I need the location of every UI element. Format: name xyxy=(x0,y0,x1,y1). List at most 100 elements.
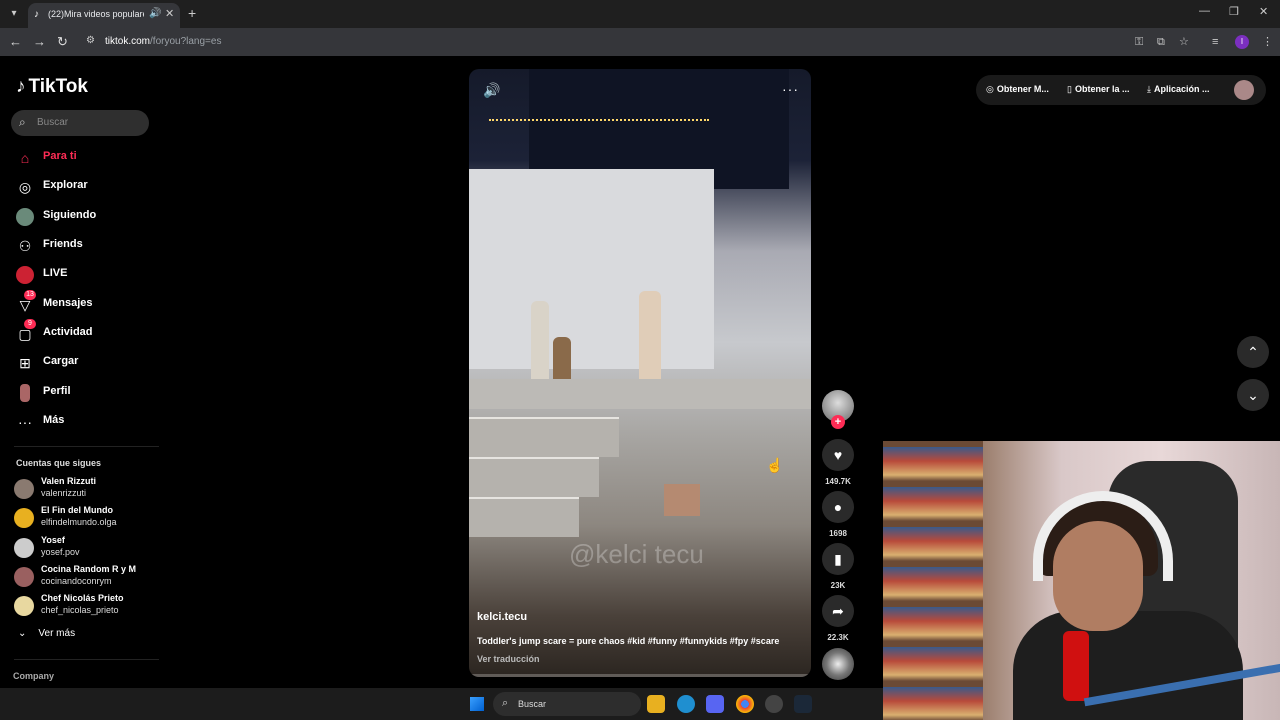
previous-video-button[interactable]: ⌃ xyxy=(1237,336,1269,368)
url-text: tiktok.com/foryou?lang=es xyxy=(105,36,222,47)
desktop-app-label: Aplicación ... xyxy=(1153,84,1210,94)
nav-actividad[interactable]: ▢ 9 Actividad xyxy=(16,319,156,345)
video-scene-step xyxy=(469,417,619,457)
new-tab-icon[interactable]: + xyxy=(188,5,196,21)
video-player[interactable]: @kelci tecu 🔊 ··· kelci.tecu Toddler's j… xyxy=(469,69,811,677)
messages-badge: 13 xyxy=(24,290,36,300)
nav-label: Cargar xyxy=(43,355,79,367)
more-options-icon[interactable]: ··· xyxy=(782,81,799,97)
tiktok-logo[interactable]: ♪ TikTok xyxy=(16,76,88,98)
activity-badge: 9 xyxy=(24,319,36,329)
volume-icon[interactable]: 🔊 xyxy=(483,82,500,99)
video-description: Toddler's jump scare = pure chaos #kid #… xyxy=(477,636,780,646)
window-close-icon[interactable]: ✕ xyxy=(1259,5,1268,18)
forward-icon[interactable]: → xyxy=(33,34,46,50)
next-video-button[interactable]: ⌄ xyxy=(1237,379,1269,411)
browser-toolbar: ← → ↻ ⚙ tiktok.com/foryou?lang=es ⚿ ⧉ ☆ … xyxy=(0,28,1280,56)
browser-menu-icon[interactable]: ⋮ xyxy=(1262,35,1273,49)
comment-button[interactable]: ● xyxy=(822,491,854,523)
share-button[interactable]: ➦ xyxy=(822,595,854,627)
follow-plus-icon[interactable]: + xyxy=(831,415,845,429)
nav-cargar[interactable]: ⊞ Cargar xyxy=(16,352,156,374)
nav-para-ti[interactable]: ⌂ Para ti xyxy=(16,147,156,169)
file-explorer-icon[interactable] xyxy=(647,695,665,713)
app-icon[interactable] xyxy=(765,695,783,713)
webcam-overlay xyxy=(883,441,1280,720)
company-link[interactable]: Company xyxy=(13,671,54,681)
minimize-icon[interactable]: — xyxy=(1199,5,1210,17)
video-scene-step xyxy=(469,457,599,497)
avatar xyxy=(14,508,34,528)
webcam-microphone xyxy=(1063,631,1089,701)
webcam-bookshelf xyxy=(883,441,983,720)
tab-list-icon[interactable]: ▾ xyxy=(6,6,22,22)
following-account[interactable]: Yosef yosef.pov xyxy=(14,535,164,561)
following-account[interactable]: Chef Nicolás Prieto chef_nicolas_prieto xyxy=(14,593,164,619)
like-count: 149.7K xyxy=(825,477,851,486)
tab-title: (22)Mira videos populares xyxy=(48,9,144,19)
get-coins-label: Obtener M... xyxy=(996,84,1049,94)
install-app-icon[interactable]: ⧉ xyxy=(1157,35,1165,49)
tiktok-note-icon: ♪ xyxy=(16,76,26,97)
video-scene-step xyxy=(469,497,579,537)
account-name: Valen Rizzuti xyxy=(41,476,97,486)
maximize-icon[interactable]: ❐ xyxy=(1229,5,1239,18)
following-account[interactable]: Valen Rizzuti valenrizzuti xyxy=(14,476,164,502)
get-coins-button[interactable]: ◎ Obtener M... xyxy=(986,84,1049,95)
reload-icon[interactable]: ↻ xyxy=(57,34,68,50)
account-name: Cocina Random R y M xyxy=(41,564,137,574)
nav-mensajes[interactable]: ▽ 13 Mensajes xyxy=(16,290,156,316)
steam-icon[interactable] xyxy=(794,695,812,713)
see-more-button[interactable]: ⌄ Ver más xyxy=(18,628,75,639)
account-handle: cocinandoconrym xyxy=(41,576,112,586)
nav-explorar[interactable]: ◎ Explorar xyxy=(16,176,156,198)
password-key-icon[interactable]: ⚿ xyxy=(1135,35,1143,49)
account-handle: valenrizzuti xyxy=(41,488,87,498)
media-controls-icon[interactable]: ≡ xyxy=(1212,35,1218,49)
browser-profile-avatar[interactable]: I xyxy=(1235,35,1249,49)
bookmark-star-icon[interactable]: ☆ xyxy=(1179,35,1189,49)
nav-label: Friends xyxy=(43,238,83,250)
back-icon[interactable]: ← xyxy=(9,34,22,50)
save-button[interactable]: ▮ xyxy=(822,543,854,575)
nav-perfil[interactable]: Perfil xyxy=(16,382,156,404)
site-info-icon[interactable]: ⚙ xyxy=(86,35,95,46)
discord-icon[interactable] xyxy=(706,695,724,713)
video-scene-person xyxy=(639,291,661,391)
browser-tab[interactable]: ♪ (22)Mira videos populares 🔊 ✕ xyxy=(28,3,180,28)
user-avatar[interactable] xyxy=(1234,80,1254,100)
chrome-icon[interactable] xyxy=(736,695,754,713)
phone-icon: ▯ xyxy=(1067,84,1072,94)
nav-live[interactable]: LIVE xyxy=(16,264,156,286)
edge-icon[interactable] xyxy=(677,695,695,713)
windows-start-icon[interactable] xyxy=(470,697,484,711)
search-icon: ⌕ xyxy=(502,697,509,709)
nav-friends[interactable]: ⚇ Friends xyxy=(16,235,156,257)
nav-label: Siguiendo xyxy=(43,209,97,221)
following-account[interactable]: Cocina Random R y M cocinandoconrym xyxy=(14,564,164,590)
search-input[interactable]: ⌕ Buscar xyxy=(11,110,149,136)
windows-taskbar: ⌕ Buscar xyxy=(0,688,883,720)
address-bar[interactable]: ⚙ tiktok.com/foryou?lang=es xyxy=(80,31,1200,53)
upload-icon: ⊞ xyxy=(19,355,31,371)
following-account[interactable]: El Fin del Mundo elfindelmundo.olga xyxy=(14,505,164,531)
avatar xyxy=(14,596,34,616)
see-translation-link[interactable]: Ver traducción xyxy=(477,654,540,664)
comment-icon: ● xyxy=(833,499,843,515)
video-watermark: @kelci tecu xyxy=(569,539,704,569)
nav-mas[interactable]: ··· Más xyxy=(16,411,156,433)
taskbar-search[interactable]: ⌕ Buscar xyxy=(493,692,641,716)
nav-label: Explorar xyxy=(43,179,88,191)
video-scene-lights xyxy=(489,119,709,179)
like-button[interactable]: ♥ xyxy=(822,439,854,471)
nav-siguiendo[interactable]: Siguiendo xyxy=(16,206,156,228)
tab-close-icon[interactable]: ✕ xyxy=(165,7,174,20)
music-disc-icon[interactable] xyxy=(822,648,854,680)
desktop-app-button[interactable]: ⤓ Aplicación ... xyxy=(1147,84,1210,95)
tab-audio-icon[interactable]: 🔊 xyxy=(149,8,161,19)
video-progress-bar[interactable] xyxy=(469,674,811,677)
see-more-label: Ver más xyxy=(38,628,76,639)
video-author[interactable]: kelci.tecu xyxy=(477,611,527,623)
get-app-button[interactable]: ▯ Obtener la ... xyxy=(1067,84,1129,95)
following-section-title: Cuentas que sigues xyxy=(16,458,102,468)
